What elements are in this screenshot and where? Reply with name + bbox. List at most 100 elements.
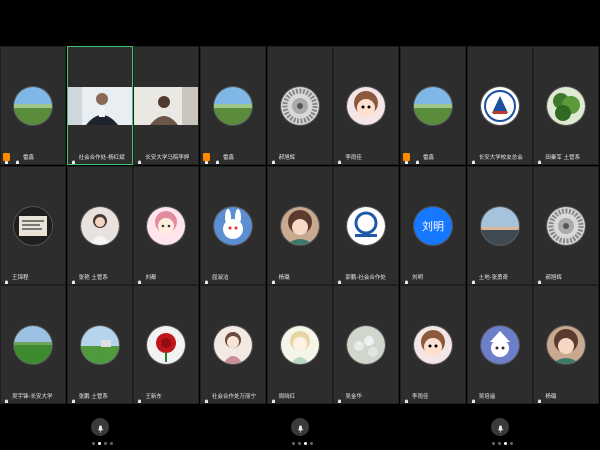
microphone-icon — [403, 273, 410, 284]
participant-name: 长安大学马院李婷 — [145, 155, 190, 161]
microphone-icon — [497, 418, 504, 437]
participant-name: 吴金华 — [345, 394, 362, 401]
participant-name: 张鹏 土管系 — [78, 394, 108, 401]
participant-tile[interactable]: 刘明 刘明 — [400, 165, 467, 285]
participant-tile[interactable]: 刘都 — [133, 165, 200, 285]
participant-tile[interactable]: 土地-张勇奇 — [466, 165, 533, 285]
participant-namebar: 雷鑫 — [401, 152, 465, 164]
participant-avatar — [14, 206, 52, 245]
participant-namebar: 郭鹏-社会合作处 — [334, 272, 398, 284]
participant-tile[interactable]: 郝旭辉 — [266, 46, 333, 165]
participant-namebar: 郝旭辉 — [534, 272, 598, 284]
participant-tile[interactable]: 周晓红 — [266, 285, 333, 405]
participant-name: 雷鑫 — [223, 155, 235, 161]
participant-avatar — [480, 87, 519, 125]
participant-namebar: 吴金华 — [334, 391, 398, 404]
microphone-icon — [403, 392, 410, 404]
participant-namebar: 社会合作处万丽宁 — [201, 391, 265, 404]
microphone-icon — [214, 153, 221, 164]
participant-namebar: 雷鑫 — [201, 152, 265, 164]
microphone-icon — [470, 273, 477, 284]
microphone-icon — [136, 153, 143, 164]
participant-name: 杨璐 — [278, 274, 290, 281]
participant-tile[interactable]: 田秦军 土管系 — [533, 46, 600, 165]
participant-tile[interactable]: 张艳 土管系 — [66, 165, 133, 285]
microphone-control-button[interactable] — [491, 418, 509, 436]
page-dot[interactable] — [492, 442, 495, 445]
participant-avatar — [14, 326, 52, 365]
participant-tile[interactable]: 社会合作处万丽宁 — [200, 285, 266, 405]
participant-namebar: 李雨佳 — [334, 152, 398, 164]
participant-name: 杨璐 — [545, 394, 557, 401]
participant-namebar: 李雨佳 — [401, 391, 465, 404]
participant-avatar — [480, 206, 519, 245]
page-dot[interactable] — [92, 442, 95, 445]
page-indicator — [492, 442, 513, 445]
participant-tile[interactable]: 长安大学马院李婷 — [133, 46, 200, 165]
page-dot[interactable] — [292, 442, 295, 445]
participant-tile[interactable]: 雷鑫 — [0, 46, 66, 165]
participant-tile[interactable]: 王新东 — [133, 285, 200, 405]
page-dot[interactable] — [304, 442, 307, 445]
microphone-control-button[interactable] — [291, 418, 309, 436]
participant-name: 田秦军 土管系 — [545, 155, 581, 161]
microphone-icon — [70, 273, 77, 284]
participant-tile[interactable]: 王锦程 — [0, 165, 66, 285]
participant-name: 张艳 土管系 — [78, 274, 108, 281]
participant-tile[interactable]: 郭鹏-社会合作处 — [333, 165, 400, 285]
participant-tile[interactable]: 张鹏 土管系 — [66, 285, 133, 405]
participant-tile[interactable]: 吴培遥 — [466, 285, 533, 405]
participant-avatar — [80, 326, 119, 365]
participant-name: 吴培遥 — [478, 394, 496, 401]
participant-tile[interactable]: 李雨佳 — [333, 46, 400, 165]
participant-tile[interactable]: 杨璐 — [533, 285, 600, 405]
page-dot[interactable] — [510, 442, 513, 445]
participant-avatar: 刘明 — [414, 206, 453, 245]
participant-tile[interactable]: 吴金华 — [333, 285, 400, 405]
participant-name: 社会合作处-杨红斌 — [78, 155, 125, 161]
microphone-icon — [536, 153, 543, 164]
participant-name: 郝旭辉 — [545, 274, 562, 281]
participant-avatar — [80, 206, 119, 245]
host-badge-icon — [403, 153, 411, 164]
participant-namebar: 长安大学校友总会 — [468, 152, 532, 164]
page-dot[interactable] — [110, 442, 113, 445]
participant-namebar: 田秦军 土管系 — [534, 152, 598, 164]
participant-tile[interactable]: 吴宇锋-长安大学 — [0, 285, 66, 405]
page-dot[interactable] — [298, 442, 301, 445]
microphone-icon — [136, 392, 143, 404]
participant-avatar — [347, 326, 386, 365]
participant-namebar: 长安大学马院李婷 — [134, 152, 198, 164]
participant-tile[interactable]: 长安大学校友总会 — [466, 46, 533, 165]
participant-tile[interactable]: 社会合作处-杨红斌 — [66, 46, 133, 165]
participant-avatar — [14, 87, 52, 125]
page-dot[interactable] — [104, 442, 107, 445]
page-indicator — [292, 442, 313, 445]
microphone-icon — [536, 392, 543, 404]
participant-namebar: 社会合作处-杨红斌 — [68, 152, 132, 164]
participant-tile[interactable]: 郝旭辉 — [533, 165, 600, 285]
participant-namebar: 雷鑫 — [1, 152, 65, 164]
page-indicator — [92, 442, 113, 445]
microphone-icon — [270, 392, 277, 404]
participant-avatar — [280, 326, 319, 365]
page-dot[interactable] — [504, 442, 507, 445]
host-badge-icon — [203, 153, 210, 164]
page-dot[interactable] — [98, 442, 101, 445]
participant-avatar — [147, 206, 186, 245]
participant-tile[interactable]: 雷鑫 — [200, 46, 266, 165]
participant-avatar — [347, 87, 386, 125]
participant-tile[interactable]: 雷鑫 — [400, 46, 467, 165]
participant-avatar — [214, 206, 252, 245]
participant-avatar — [280, 206, 319, 245]
microphone-icon — [270, 153, 277, 164]
participant-name: 土地-张勇奇 — [478, 274, 509, 281]
participant-tile[interactable]: 李雨佳 — [400, 285, 467, 405]
microphone-control-button[interactable] — [91, 418, 109, 436]
participant-tile[interactable]: 杨璐 — [266, 165, 333, 285]
participant-namebar: 杨璐 — [268, 272, 332, 284]
participant-name: 吴宇锋-长安大学 — [12, 394, 53, 401]
page-dot[interactable] — [498, 442, 501, 445]
page-dot[interactable] — [310, 442, 313, 445]
participant-tile[interactable]: 屈淑洁 — [200, 165, 266, 285]
